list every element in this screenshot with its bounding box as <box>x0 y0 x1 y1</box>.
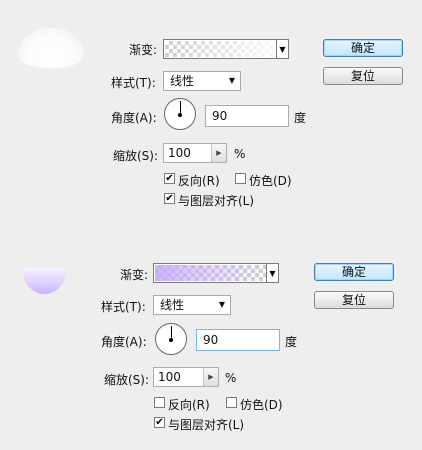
reset-button[interactable]: 复位 <box>323 67 403 85</box>
gradient-preview-purple <box>22 268 67 294</box>
triangle-right-icon[interactable]: ▶ <box>211 144 226 162</box>
chevron-down-icon: ▼ <box>218 300 225 309</box>
gradient-label: 渐变: <box>129 43 158 57</box>
checkmark-icon: ✔ <box>155 417 164 428</box>
checkmark-icon: ✔ <box>165 193 174 204</box>
ok-button[interactable]: 确定 <box>323 39 403 57</box>
angle-dial[interactable] <box>164 98 196 130</box>
gradient-label: 渐变: <box>120 268 149 282</box>
reverse-checkbox[interactable]: ✔ <box>164 173 175 184</box>
scale-value: 100 <box>158 370 181 384</box>
angle-hub <box>178 113 182 117</box>
style-label: 样式(T): <box>111 76 156 90</box>
reverse-label: 反向(R) <box>178 174 220 188</box>
triangle-right-icon[interactable]: ▶ <box>203 368 218 386</box>
scale-label: 缩放(S): <box>113 149 159 163</box>
style-value: 线性 <box>170 74 195 88</box>
scale-value: 100 <box>168 146 191 160</box>
scale-stepper[interactable]: 100 ▶ <box>153 367 219 387</box>
reverse-checkbox[interactable] <box>154 397 165 408</box>
scale-unit: % <box>234 147 246 161</box>
scale-label: 缩放(S): <box>104 373 150 387</box>
dither-label: 仿色(D) <box>240 398 283 412</box>
align-label: 与图层对齐(L) <box>168 418 245 432</box>
angle-hub <box>169 338 173 342</box>
angle-dial[interactable] <box>155 323 187 355</box>
gradient-preview-white <box>18 28 84 68</box>
dither-label: 仿色(D) <box>249 174 292 188</box>
checkmark-icon: ✔ <box>165 173 174 184</box>
angle-unit: 度 <box>285 335 298 349</box>
angle-input[interactable]: 90 <box>205 105 289 127</box>
gradient-picker[interactable]: ▼ <box>163 39 289 59</box>
reset-button[interactable]: 复位 <box>314 291 394 309</box>
chevron-down-icon: ▼ <box>228 76 235 85</box>
align-checkbox[interactable]: ✔ <box>164 193 175 204</box>
dither-checkbox[interactable] <box>235 173 246 184</box>
gradient-picker[interactable]: ▼ <box>153 263 279 283</box>
align-label: 与图层对齐(L) <box>178 194 255 208</box>
reverse-label: 反向(R) <box>168 398 210 412</box>
style-label: 样式(T): <box>101 300 146 314</box>
scale-stepper[interactable]: 100 ▶ <box>163 143 227 163</box>
angle-label: 角度(A): <box>101 335 147 349</box>
scale-unit: % <box>225 371 237 385</box>
chevron-down-icon[interactable]: ▼ <box>266 264 278 282</box>
chevron-down-icon[interactable]: ▼ <box>276 40 288 58</box>
style-select[interactable]: 线性 ▼ <box>153 295 231 315</box>
angle-input[interactable]: 90 <box>196 329 280 351</box>
style-select[interactable]: 线性 ▼ <box>163 71 241 91</box>
align-checkbox[interactable]: ✔ <box>154 417 165 428</box>
angle-label: 角度(A): <box>111 111 157 125</box>
gradient-swatch <box>155 265 266 281</box>
ok-button[interactable]: 确定 <box>314 263 394 281</box>
dither-checkbox[interactable] <box>226 397 237 408</box>
style-value: 线性 <box>160 298 185 312</box>
gradient-swatch <box>165 41 276 57</box>
angle-unit: 度 <box>294 111 307 125</box>
